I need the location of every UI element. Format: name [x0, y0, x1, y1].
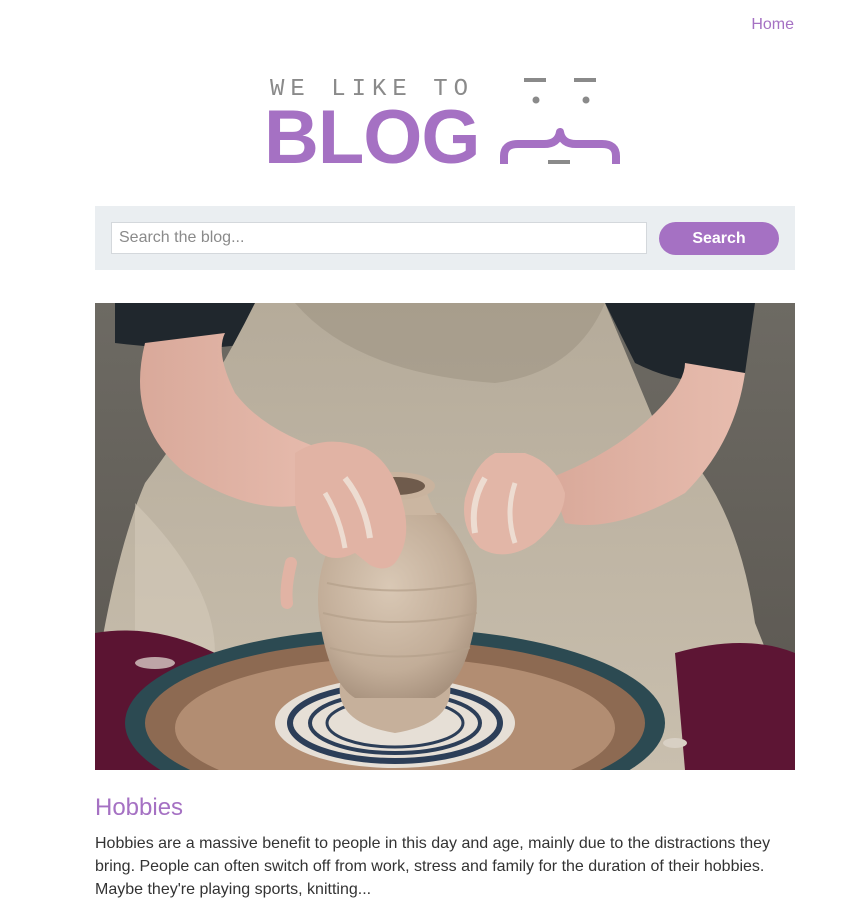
search-input[interactable] — [111, 222, 647, 254]
search-button[interactable]: Search — [659, 222, 779, 255]
post-excerpt: Hobbies are a massive benefit to people … — [95, 835, 771, 898]
site-logo[interactable]: WE LIKE TO BLOG — [264, 72, 624, 176]
pottery-photo-icon — [95, 303, 795, 770]
blog-page: Home WE LIKE TO BLOG Search the blog... … — [0, 0, 852, 904]
post-image[interactable] — [95, 303, 795, 770]
nav-home-link[interactable]: Home — [751, 16, 794, 34]
search-bar: Search — [95, 206, 795, 270]
logo-face-icon — [500, 78, 620, 164]
post-title-link[interactable]: Hobbies — [95, 794, 183, 822]
logo-title: BLOG — [264, 95, 481, 180]
